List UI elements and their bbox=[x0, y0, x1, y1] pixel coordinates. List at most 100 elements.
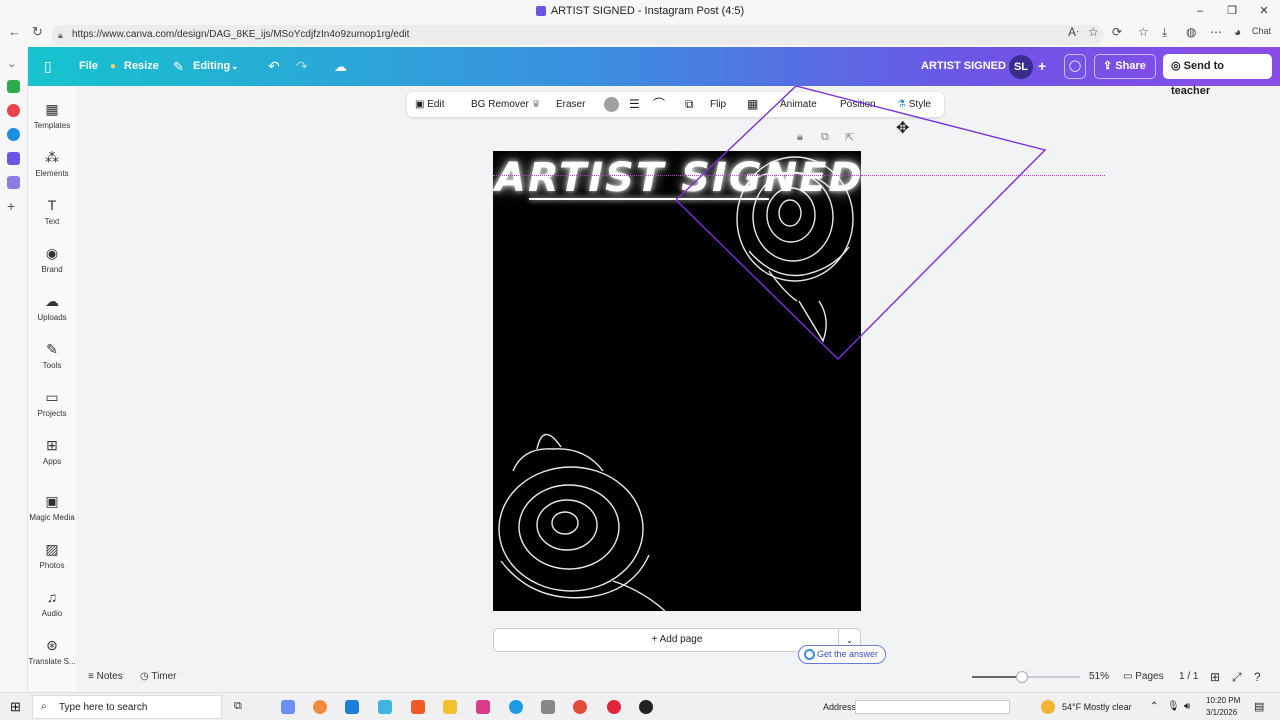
chevron-down-icon[interactable]: ⌄ bbox=[7, 57, 20, 70]
restore-button[interactable]: ❐ bbox=[1216, 0, 1248, 22]
add-collaborator-icon[interactable]: + bbox=[1038, 47, 1046, 86]
mail-icon[interactable] bbox=[345, 700, 359, 714]
timer-button[interactable]: ◷ Timer bbox=[140, 666, 177, 688]
transparency-icon[interactable]: ▦ bbox=[747, 92, 758, 117]
redo-icon[interactable]: ↷ bbox=[296, 47, 308, 86]
sidebar-item-tools[interactable]: ✎ Tools bbox=[28, 340, 76, 370]
store-icon[interactable] bbox=[378, 700, 392, 714]
corner-rounding-icon[interactable]: ⌒ bbox=[653, 92, 665, 117]
brave-icon[interactable] bbox=[411, 700, 425, 714]
edge-icon[interactable] bbox=[509, 700, 523, 714]
pages-button[interactable]: ▭ Pages bbox=[1123, 666, 1164, 688]
avatar[interactable]: SL bbox=[1009, 55, 1033, 79]
app-pink-icon[interactable] bbox=[476, 700, 490, 714]
address-toolbar-input[interactable] bbox=[855, 700, 1010, 714]
fullscreen-icon[interactable]: ⤢ bbox=[1232, 666, 1242, 688]
chrome-icon[interactable] bbox=[573, 700, 587, 714]
animate-button[interactable]: Animate bbox=[780, 92, 817, 117]
grid-view-icon[interactable]: ⊞ bbox=[1210, 666, 1220, 688]
notes-button[interactable]: ≡ Notes bbox=[88, 666, 123, 688]
sidebar-item-text[interactable]: T Text bbox=[28, 196, 76, 226]
crop-icon[interactable]: ⧉ bbox=[685, 92, 694, 117]
sidebar-item-photos[interactable]: ▨ Photos bbox=[28, 540, 76, 570]
address-bar[interactable]: 🔒︎ https://www.canva.com/design/DAG_8KE_… bbox=[52, 25, 1104, 45]
help-icon[interactable]: ? bbox=[1254, 666, 1261, 688]
share-button[interactable]: ⇪ Share bbox=[1094, 54, 1156, 79]
task-view-icon[interactable]: ⧉ bbox=[234, 700, 248, 714]
microphone-icon[interactable]: 🎙︎ bbox=[1167, 701, 1180, 712]
flip-button[interactable]: Flip bbox=[710, 92, 726, 117]
start-icon[interactable]: ⊞ bbox=[10, 700, 24, 714]
color-swatch[interactable] bbox=[604, 97, 619, 112]
sidebar-item-elements[interactable]: ⁂ Elements bbox=[28, 148, 76, 178]
lock-icon[interactable]: 🔒︎ bbox=[797, 131, 803, 144]
app-dark-icon[interactable] bbox=[639, 700, 653, 714]
refresh-extension-icon[interactable]: ⟳ bbox=[1112, 25, 1122, 39]
design-page[interactable]: ARTIST SIGNED bbox=[493, 151, 861, 611]
collections-icon[interactable]: ☆ bbox=[1138, 25, 1149, 39]
position-button[interactable]: Position bbox=[840, 92, 876, 117]
comment-icon[interactable]: ◯ bbox=[1064, 54, 1086, 79]
zoom-slider[interactable] bbox=[972, 671, 1080, 683]
sidebar-item-uploads[interactable]: ☁ Uploads bbox=[28, 292, 76, 322]
eraser-button[interactable]: Eraser bbox=[556, 92, 585, 117]
close-window-button[interactable]: ✕ bbox=[1248, 0, 1280, 22]
reload-icon[interactable]: ↻ bbox=[32, 24, 43, 40]
app-blue-icon[interactable] bbox=[7, 128, 20, 141]
profile-icon[interactable]: ◍ bbox=[1186, 25, 1196, 39]
minimize-button[interactable]: – bbox=[1184, 0, 1216, 22]
border-style-icon[interactable]: ☰ bbox=[629, 92, 640, 117]
add-icon[interactable]: + bbox=[7, 199, 20, 213]
copilot-app-icon[interactable] bbox=[281, 700, 295, 714]
volume-icon[interactable]: 🔊︎ bbox=[1184, 701, 1190, 712]
share-element-icon[interactable]: ⇱ bbox=[845, 131, 854, 144]
opera-icon[interactable] bbox=[607, 700, 621, 714]
bg-remover-label: BG Remover bbox=[471, 99, 529, 110]
cloud-save-icon[interactable]: ☁ bbox=[334, 47, 347, 86]
clock-time[interactable]: 10:20 PM bbox=[1206, 696, 1240, 705]
sidebar-item-templates[interactable]: ▦ Templates bbox=[28, 100, 76, 130]
get-answer-button[interactable]: Get the answer bbox=[798, 645, 886, 664]
zoom-level[interactable]: 51% bbox=[1089, 666, 1109, 688]
file-menu[interactable]: File bbox=[79, 47, 98, 86]
app-gray-icon[interactable] bbox=[541, 700, 555, 714]
file-explorer-icon[interactable] bbox=[443, 700, 457, 714]
sidebar-item-translate-s[interactable]: ⊛ Translate S... bbox=[28, 636, 76, 666]
favorite-icon[interactable]: ☆ bbox=[1088, 25, 1099, 39]
back-icon[interactable]: ← bbox=[8, 24, 21, 39]
sidebar-toggle-icon[interactable]: ▯ bbox=[44, 47, 52, 86]
resize-button[interactable]: Resize bbox=[124, 47, 159, 86]
sidebar-item-apps[interactable]: ⊞ Apps bbox=[28, 436, 76, 466]
design-heading[interactable]: ARTIST SIGNED bbox=[495, 155, 861, 201]
notifications-icon[interactable]: ▤ bbox=[1254, 700, 1264, 713]
copilot-icon[interactable]: ◕ bbox=[1234, 25, 1241, 39]
send-to-teacher-button[interactable]: ◎ Send to teacher bbox=[1163, 54, 1272, 97]
editing-dropdown[interactable]: Editing bbox=[193, 47, 230, 86]
more-icon[interactable]: ⋯ bbox=[1210, 25, 1222, 39]
sidebar-item-brand[interactable]: ◉ Brand bbox=[28, 244, 76, 274]
design-title[interactable]: ARTIST SIGNED bbox=[921, 47, 1006, 86]
read-aloud-icon[interactable]: Aᐧ bbox=[1068, 25, 1079, 39]
clock-date[interactable]: 3/1/2026 bbox=[1206, 708, 1237, 717]
download-icon[interactable]: ⤓ bbox=[1162, 25, 1167, 40]
system-tray-icon[interactable]: ⌃ bbox=[1150, 701, 1158, 712]
canva-tab-icon[interactable] bbox=[7, 152, 20, 165]
zoom-slider-handle[interactable] bbox=[1016, 671, 1028, 683]
duplicate-icon[interactable]: ⧉ bbox=[821, 131, 829, 144]
app-red-icon[interactable] bbox=[7, 104, 20, 117]
chat-label[interactable]: Chat bbox=[1252, 26, 1271, 36]
weather-text[interactable]: 54°F Mostly clear bbox=[1062, 702, 1132, 712]
sidebar-item-projects[interactable]: ▭ Projects bbox=[28, 388, 76, 418]
app-purple-icon[interactable] bbox=[7, 176, 20, 189]
style-button[interactable]: ⚗ Style bbox=[897, 92, 931, 117]
search-box[interactable]: ⌕ Type here to search bbox=[32, 695, 222, 719]
edit-button[interactable]: ▣ Edit bbox=[415, 92, 444, 117]
excel-icon[interactable] bbox=[7, 80, 20, 93]
sidebar-item-magic-media[interactable]: ▣ Magic Media bbox=[28, 492, 76, 522]
chevron-down-icon[interactable]: ⌄ bbox=[231, 47, 239, 86]
bg-remover-button[interactable]: BG Remover ♛ bbox=[471, 92, 541, 117]
sidebar-item-audio[interactable]: ♫ Audio bbox=[28, 588, 76, 618]
undo-icon[interactable]: ↶ bbox=[268, 47, 280, 86]
app-orange-icon[interactable] bbox=[313, 700, 327, 714]
sidebar-item-label: Brand bbox=[41, 265, 63, 274]
